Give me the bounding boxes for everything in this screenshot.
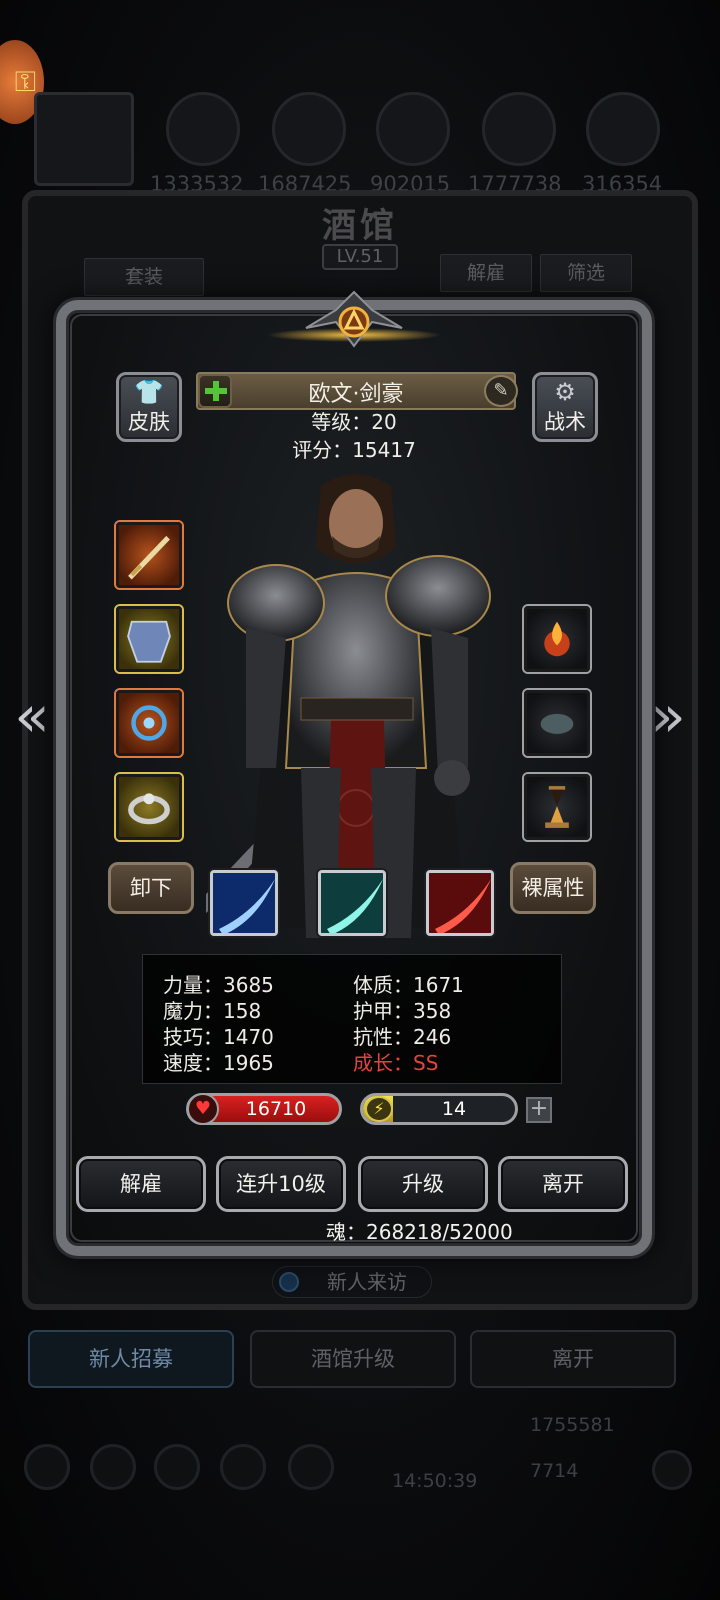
top-slot-2: [272, 92, 346, 166]
flame-orb-icon[interactable]: [524, 606, 590, 672]
upgrade-button[interactable]: 升级: [358, 1156, 488, 1212]
footer-icon-1[interactable]: [24, 1444, 70, 1490]
lightning-icon: ⚡: [365, 1096, 393, 1122]
hero-dialog: 欧文·剑豪 ✎ 等级：20 评分：15417 👕 皮肤 ⚙ 战术 卸下 裸属性 …: [56, 290, 652, 1256]
name-plate: 欧文·剑豪: [196, 372, 516, 410]
tab-leave[interactable]: 离开: [470, 1330, 676, 1388]
tactics-button[interactable]: ⚙ 战术: [532, 372, 598, 442]
sword-icon[interactable]: [116, 522, 182, 588]
base-attributes-button[interactable]: 裸属性: [510, 862, 596, 914]
top-slot-3: [376, 92, 450, 166]
add-button[interactable]: [198, 374, 232, 408]
level-up-10-button[interactable]: 连升10级: [216, 1156, 346, 1212]
edit-name-icon[interactable]: ✎: [484, 375, 518, 407]
add-energy-button[interactable]: +: [526, 1097, 552, 1123]
hourglass-icon[interactable]: [524, 774, 590, 840]
leave-button[interactable]: 离开: [498, 1156, 628, 1212]
plus-circle-icon[interactable]: [652, 1450, 692, 1490]
visitor-label: 新人来访: [327, 1270, 407, 1294]
gem-amount: 7714: [530, 1460, 579, 1482]
stat-skill: 技巧：1470: [163, 1025, 274, 1049]
stat-speed: 速度：1965: [163, 1051, 274, 1075]
stat-constitution: 体质：1671: [353, 973, 464, 997]
stat-strength: 力量：3685: [163, 973, 274, 997]
filter-button[interactable]: 筛选: [540, 254, 632, 292]
red-slash-icon[interactable]: [426, 870, 494, 936]
tab-tavern-upgrade[interactable]: 酒馆升级: [250, 1330, 456, 1388]
clock: 14:50:39: [392, 1470, 478, 1492]
crest-emblem-icon: [305, 290, 403, 348]
visitor-icon: [279, 1272, 299, 1292]
stat-resistance: 抗性：246: [353, 1025, 452, 1049]
soul-counter: 魂：268218/52000: [326, 1220, 513, 1244]
prev-hero-arrow-icon[interactable]: «: [10, 687, 54, 748]
new-visitor-bar[interactable]: 新人来访: [272, 1266, 432, 1298]
blue-slash-icon[interactable]: [210, 870, 278, 936]
top-slot-5: [586, 92, 660, 166]
top-slot-4: [482, 92, 556, 166]
top-slot-1: [166, 92, 240, 166]
footer-icon-3[interactable]: [154, 1444, 200, 1490]
stat-armor: 护甲：358: [353, 999, 452, 1023]
footer-icon-2[interactable]: [90, 1444, 136, 1490]
heart-icon: ♥: [187, 1093, 219, 1125]
hp-bar: ♥ 16710: [186, 1093, 342, 1125]
dismiss-button[interactable]: 解雇: [76, 1156, 206, 1212]
tavern-level: LV.51: [322, 244, 398, 270]
footer-icon-5[interactable]: [288, 1444, 334, 1490]
skin-label: 皮肤: [128, 410, 170, 434]
unequip-button[interactable]: 卸下: [108, 862, 194, 914]
stat-magic: 魔力：158: [163, 999, 262, 1023]
stat-growth: 成长：SS: [353, 1051, 439, 1075]
gear-icon: ⚙: [554, 378, 576, 406]
energy-value: 14: [441, 1098, 467, 1120]
energy-bar: ⚡ 14: [360, 1093, 518, 1125]
ring-icon[interactable]: [116, 774, 182, 840]
tavern-title: 酒馆: [322, 206, 398, 246]
footer-icon-4[interactable]: [220, 1444, 266, 1490]
shirt-icon: 👕: [134, 378, 164, 406]
avatar: [34, 92, 134, 186]
cyan-slash-icon[interactable]: [318, 870, 386, 936]
hp-value: 16710: [245, 1098, 307, 1120]
dismiss-filter-button[interactable]: 解雇: [440, 254, 532, 292]
next-hero-arrow-icon[interactable]: »: [646, 687, 690, 748]
skin-button[interactable]: 👕 皮肤: [116, 372, 182, 442]
tactics-label: 战术: [544, 410, 586, 434]
stone-icon[interactable]: [524, 690, 590, 756]
amulet-icon[interactable]: [116, 690, 182, 756]
stats-panel: 力量：3685 体质：1671 魔力：158 护甲：358 技巧：1470 抗性…: [142, 954, 562, 1084]
breastplate-icon[interactable]: [116, 606, 182, 672]
tab-recruit[interactable]: 新人招募: [28, 1330, 234, 1388]
set-button[interactable]: 套装: [84, 258, 204, 296]
gold-amount: 1755581: [530, 1414, 615, 1436]
hero-name: 欧文·剑豪: [308, 382, 404, 407]
